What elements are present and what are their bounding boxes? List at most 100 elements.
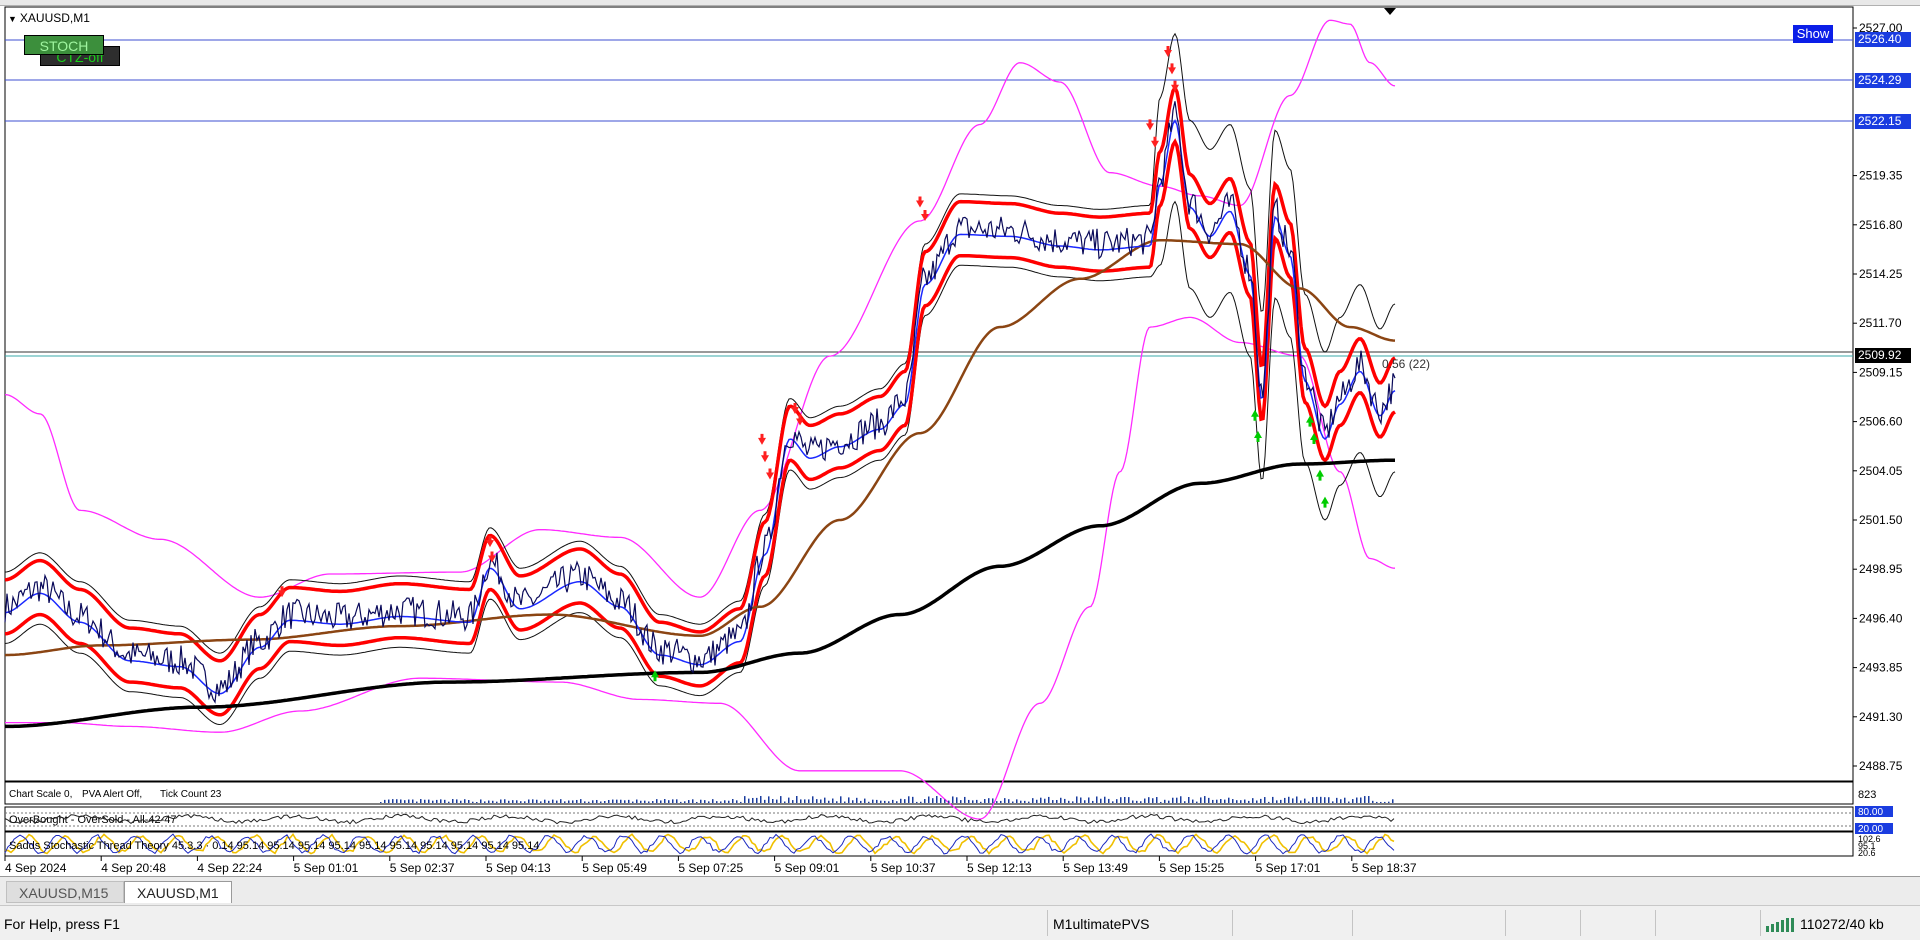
volume-bar: [452, 799, 454, 803]
traffic-text: 110272/40 kb: [1800, 916, 1884, 932]
volume-bar: [1312, 797, 1314, 803]
volume-bar: [888, 801, 890, 803]
time-axis-label: 5 Sep 05:49: [582, 861, 647, 875]
spread-label: 0.56 (22): [1382, 357, 1430, 371]
volume-bar: [1320, 796, 1322, 803]
time-axis-label: 4 Sep 20:48: [101, 861, 166, 875]
volume-bar: [1240, 800, 1242, 803]
volume-bar: [1224, 799, 1226, 803]
volume-bar: [1292, 798, 1294, 803]
volume-bar: [944, 799, 946, 803]
volume-bar: [1344, 797, 1346, 803]
volume-bar: [1076, 796, 1078, 803]
volume-bar: [508, 800, 510, 803]
volume-bar: [1072, 801, 1074, 803]
volume-bar: [908, 796, 910, 803]
volume-bar: [820, 799, 822, 803]
volume-bar: [1188, 797, 1190, 803]
volume-bar: [824, 797, 826, 803]
volume-bar: [744, 796, 746, 803]
volume-bar: [916, 801, 918, 803]
volume-bar: [932, 798, 934, 803]
chart-window[interactable]: 2527.00 2519.35 2516.80 2514.25 2511.70 2509.…: [0, 0, 1920, 877]
symbol-title: ▼ XAUUSD,M1: [8, 11, 90, 25]
volume-bar: [1204, 796, 1206, 803]
volume-bar: [832, 798, 834, 803]
stoch-button[interactable]: STOCH: [24, 35, 104, 55]
volume-bar: [564, 801, 566, 803]
tab-xauusd-m15[interactable]: XAUUSD,M15: [6, 881, 124, 903]
status-separator: [1232, 910, 1233, 936]
price-axis-label: 2514.25: [1859, 267, 1903, 281]
volume-bar: [476, 801, 478, 803]
volume-bar: [788, 797, 790, 803]
indicator1-level-high-text: 80.00: [1858, 807, 1883, 818]
show-button[interactable]: Show: [1793, 25, 1833, 43]
volume-bar: [488, 800, 490, 803]
volume-bar: [852, 800, 854, 803]
volume-bar: [704, 800, 706, 803]
volume-bar: [1352, 799, 1354, 803]
volume-bar: [1340, 799, 1342, 803]
sell-arrow-icon: [1168, 63, 1176, 75]
time-axis-label: 5 Sep 18:37: [1352, 861, 1417, 875]
volume-bar: [1324, 797, 1326, 803]
volume-bar: [416, 801, 418, 803]
volume-bar: [996, 801, 998, 803]
chart-canvas[interactable]: 2527.002519.352516.802514.252511.702509.…: [0, 0, 1920, 876]
volume-bar: [792, 800, 794, 803]
volume-bar: [412, 799, 414, 803]
volume-bar: [460, 800, 462, 803]
volume-bar: [1280, 799, 1282, 803]
profile-name[interactable]: M1ultimatePVS: [1053, 916, 1149, 932]
current-price-tag: 2509.92: [1855, 348, 1911, 363]
volume-bar: [1296, 796, 1298, 803]
volume-bar: [828, 800, 830, 803]
volume-bar: [1388, 801, 1390, 803]
volume-bar: [1144, 798, 1146, 803]
black-band-upper: [4, 32, 1396, 654]
buy-arrow-icon: [1251, 409, 1259, 421]
volume-bar: [1120, 797, 1122, 803]
volume-bar: [620, 799, 622, 803]
volume-bar: [816, 799, 818, 803]
chart-shift-marker[interactable]: [1384, 8, 1396, 15]
volume-bar: [1300, 800, 1302, 803]
volume-bar: [440, 799, 442, 803]
volume-bar: [1168, 800, 1170, 803]
volume-bar: [1284, 797, 1286, 803]
indicator1-line: [4, 813, 1395, 825]
volume-bar: [1104, 796, 1106, 803]
volume-bar: [912, 796, 914, 803]
volume-bar: [1212, 799, 1214, 803]
time-axis-label: 5 Sep 17:01: [1256, 861, 1321, 875]
volume-bar: [988, 798, 990, 803]
time-axis: 4 Sep 2024 4 Sep 20:48 4 Sep 22:24 5 Sep 01…: [4, 856, 1417, 875]
volume-bar: [768, 796, 770, 803]
volume-bar: [776, 799, 778, 803]
brown-ma: [4, 238, 1396, 657]
connection-bars-icon: [1766, 918, 1796, 935]
volume-bar: [808, 799, 810, 803]
volume-bar: [492, 800, 494, 803]
collapse-triangle-icon[interactable]: ▼: [8, 14, 17, 24]
volume-bar: [960, 800, 962, 803]
volume-bar: [448, 801, 450, 803]
volume-bar: [1192, 799, 1194, 803]
volume-bar: [1272, 796, 1274, 803]
tab-xauusd-m1[interactable]: XAUUSD,M1: [124, 881, 232, 903]
volume-bar: [968, 799, 970, 803]
volume-bar: [1160, 801, 1162, 803]
status-separator: [1760, 910, 1761, 936]
volume-bar: [1012, 801, 1014, 803]
volume-bar: [1100, 798, 1102, 803]
chart-scale-text: Chart Scale 0,: [9, 789, 72, 800]
volume-bar: [1376, 801, 1378, 803]
level-tag-3: 2522.15: [1855, 114, 1911, 129]
sell-arrow-icon: [758, 433, 766, 445]
time-axis-label: 5 Sep 15:25: [1159, 861, 1224, 875]
status-separator: [1655, 910, 1656, 936]
volume-bar: [1044, 798, 1046, 803]
volume-bar: [956, 797, 958, 803]
volume-bar: [464, 799, 466, 803]
